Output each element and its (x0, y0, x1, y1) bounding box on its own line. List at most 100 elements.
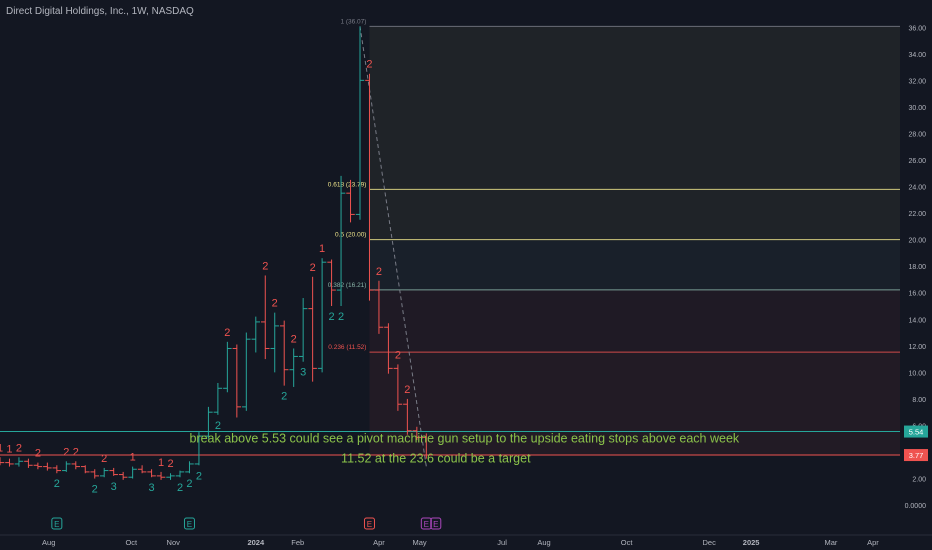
earnings-marker-label: E (54, 520, 59, 529)
candle (298, 298, 308, 362)
y-tick-label: 14.00 (908, 317, 926, 324)
x-tick-label: Apr (867, 538, 879, 547)
td-count: 2 (262, 260, 268, 272)
y-tick-label: 26.00 (908, 158, 926, 165)
candle (71, 461, 81, 470)
event-markers: EEEEE (51, 517, 442, 530)
fib-zone (369, 289, 900, 353)
y-axis: 36.00 34.00 32.00 30.00 28.00 26.00 24.00 22.00… (900, 0, 932, 550)
td-counts: 11222222231312222222222321222222 (0, 59, 410, 496)
td-count: 2 (291, 333, 297, 345)
earnings-marker-label: E (187, 520, 192, 529)
candle (147, 469, 156, 478)
candle (5, 458, 14, 467)
y-tick-label: 32.00 (908, 78, 926, 85)
y-tick-label: 0.0000 (905, 503, 927, 510)
td-count: 1 (130, 452, 136, 464)
fib-label: 0.236 (11.52) (328, 344, 366, 351)
y-tick-label: 28.00 (908, 131, 926, 138)
candle (279, 320, 289, 386)
fib-zone (369, 239, 900, 290)
td-count: 2 (92, 484, 98, 496)
fib-zones: 1 (36.07) 0.618 (23.79) 0.5 (20.00) 0.382 (… (328, 18, 900, 456)
x-tick-label: Nov (167, 538, 181, 547)
td-count: 2 (63, 446, 69, 458)
y-tick-label: 20.00 (908, 238, 926, 245)
x-tick-label: Dec (703, 538, 717, 547)
td-count: 2 (177, 482, 183, 494)
earnings-marker: E (363, 517, 375, 530)
candle (24, 458, 33, 468)
td-count: 2 (329, 311, 335, 323)
y-tick-label: 2.00 (912, 477, 926, 484)
x-tick-label: May (412, 538, 426, 547)
price-label: 5.54 (904, 425, 928, 438)
fib-zone (369, 26, 900, 190)
x-tick-label: Mar (825, 538, 838, 547)
price-chart[interactable]: 1 (36.07) 0.618 (23.79) 0.5 (20.00) 0.382 (… (0, 0, 932, 550)
earnings-marker: E (183, 517, 195, 530)
candle (232, 344, 242, 418)
candle (223, 341, 232, 393)
candle (118, 471, 128, 480)
candle (242, 332, 251, 411)
td-count: 2 (366, 59, 372, 71)
x-tick-label: 2024 (247, 538, 265, 547)
x-tick-label: Oct (125, 538, 138, 547)
earnings-marker-label: E (433, 520, 438, 529)
candle (317, 258, 327, 373)
candle (308, 276, 317, 382)
candle (355, 26, 365, 220)
td-count: 2 (272, 298, 278, 310)
fib-label: 1 (36.07) (340, 18, 366, 25)
fib-label: 0.618 (23.79) (328, 181, 367, 188)
annotation-text: break above 5.53 could see a pivot machi… (189, 432, 739, 446)
earnings-marker: E (51, 517, 63, 530)
td-count: 2 (35, 448, 41, 460)
candle (251, 316, 261, 353)
y-tick-label: 24.00 (908, 185, 926, 192)
x-axis: Aug Oct Nov 2024 Feb Apr May Jul Aug Oct Dec 2025 Ma… (0, 534, 932, 547)
td-count: 2 (54, 478, 60, 490)
earnings-marker-label: E (367, 520, 372, 529)
chart-root: Direct Digital Holdings, Inc., 1W, NASDA… (0, 0, 932, 550)
candle (289, 348, 298, 387)
candle (128, 466, 137, 479)
candle (175, 470, 185, 478)
candle (90, 469, 99, 479)
candle (261, 275, 270, 360)
y-tick-label: 10.00 (908, 370, 926, 377)
candle (156, 471, 166, 480)
td-count: 2 (395, 349, 401, 361)
td-count: 2 (16, 442, 22, 454)
td-count: 1 (158, 457, 164, 469)
earnings-marker: E (420, 517, 432, 530)
td-count: 3 (111, 481, 117, 493)
y-tick-label: 18.00 (908, 264, 926, 271)
candle (0, 457, 5, 466)
candle (137, 465, 147, 474)
td-count: 2 (338, 311, 344, 323)
y-tick-label: 16.00 (908, 291, 926, 298)
td-count: 2 (224, 327, 230, 339)
candle (270, 312, 279, 373)
x-tick-label: Jul (497, 538, 507, 547)
td-count: 2 (167, 458, 173, 470)
td-count: 1 (0, 442, 3, 454)
td-count: 2 (196, 470, 202, 482)
candle (99, 467, 109, 478)
td-count: 2 (310, 262, 316, 274)
earnings-marker: E (430, 517, 442, 530)
y-tick-label: 8.00 (912, 397, 926, 404)
candle (43, 462, 52, 471)
earnings-marker-label: E (424, 520, 429, 529)
td-count: 1 (319, 243, 325, 255)
x-tick-label: Aug (537, 538, 550, 547)
price-label-text: 3.77 (909, 451, 924, 460)
td-count: 2 (186, 478, 192, 490)
y-tick-label: 36.00 (908, 25, 926, 32)
td-count: 1 (6, 444, 12, 456)
x-tick-label: Apr (373, 538, 385, 547)
y-tick-label: 12.00 (908, 344, 926, 351)
candle (166, 473, 175, 480)
